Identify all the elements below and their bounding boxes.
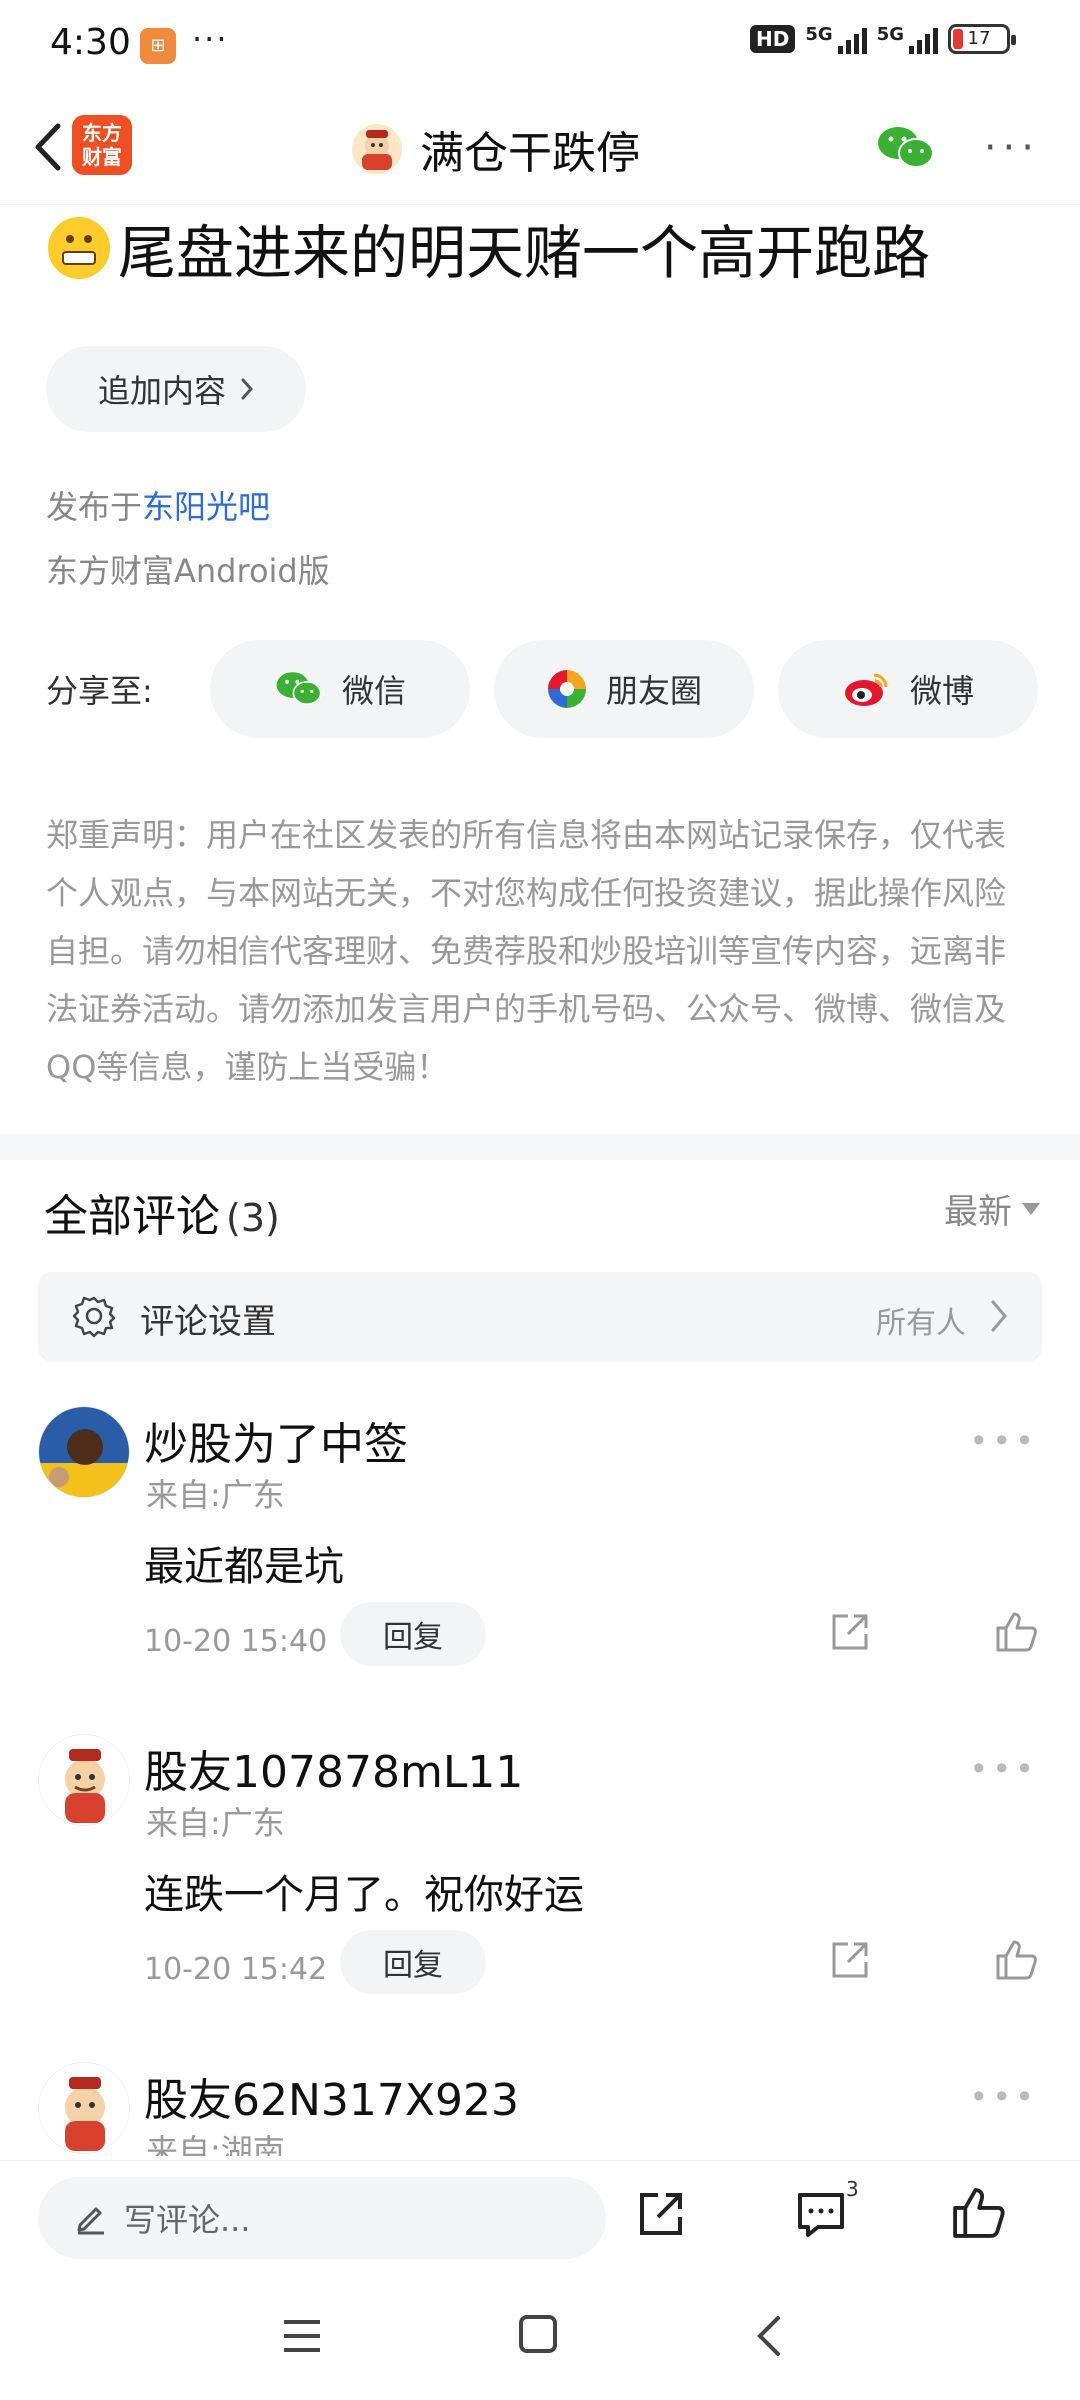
disclaimer-text: 郑重声明：用户在社区发表的所有信息将由本网站记录保存，仅代表个人观点，与本网站无… bbox=[46, 816, 1007, 1086]
comments-button[interactable]: 3 bbox=[794, 2177, 859, 2245]
chevron-right-icon bbox=[991, 1300, 1007, 1332]
battery-icon: 17 bbox=[948, 24, 1016, 54]
comment-settings-row[interactable]: 评论设置 所有人 bbox=[38, 1272, 1042, 1362]
chevron-right-icon bbox=[241, 378, 254, 400]
system-back-icon[interactable] bbox=[754, 2314, 784, 2358]
client-info: 东方财富Android版 bbox=[46, 552, 330, 590]
comments-header: 全部评论 (3) bbox=[44, 1191, 280, 1242]
like-icon[interactable] bbox=[994, 1610, 1038, 1654]
gear-icon bbox=[72, 1296, 116, 1338]
append-content-button[interactable]: 追加内容 bbox=[46, 346, 306, 432]
write-comment-input[interactable]: 写评论... bbox=[38, 2177, 606, 2259]
app-logo[interactable]: 东方 财富 bbox=[72, 115, 132, 175]
comment-more-icon[interactable]: ••• bbox=[969, 1422, 1038, 1460]
more-notifications-icon: ··· bbox=[192, 20, 229, 58]
share-icon[interactable] bbox=[828, 1938, 872, 1982]
comment-location: 来自:广东 bbox=[146, 1804, 285, 1842]
comment-location: 来自:湖南 bbox=[146, 2132, 285, 2156]
more-options-button[interactable]: ··· bbox=[984, 125, 1040, 171]
comment-more-icon[interactable]: ••• bbox=[969, 1750, 1038, 1788]
comments-count: (3) bbox=[226, 1196, 280, 1240]
app-notification-icon: ⊞ bbox=[140, 28, 176, 64]
user-avatar[interactable] bbox=[38, 1406, 130, 1498]
board-name: 满仓干跌停 bbox=[420, 128, 640, 179]
bottom-action-bar: 写评论... 3 bbox=[0, 2160, 1080, 2270]
moments-icon bbox=[547, 670, 586, 708]
comment-settings-label: 评论设置 bbox=[140, 1302, 276, 1342]
section-divider bbox=[0, 1134, 1080, 1160]
board-link[interactable]: 东阳光吧 bbox=[142, 488, 270, 526]
share-icon[interactable] bbox=[634, 2187, 688, 2241]
comment-time: 10-20 15:40 bbox=[144, 1624, 328, 1659]
wechat-icon bbox=[878, 127, 934, 168]
sort-dropdown[interactable]: 最新 bbox=[944, 1184, 1040, 1233]
board-avatar-icon bbox=[352, 124, 402, 174]
signal-icon-2: 5G bbox=[877, 24, 938, 54]
comment-icon bbox=[798, 2193, 844, 2237]
recent-apps-icon[interactable] bbox=[282, 2318, 322, 2354]
share-icon[interactable] bbox=[828, 1610, 872, 1654]
comment-text: 连跌一个月了。祝你好运 bbox=[144, 1872, 584, 1918]
status-bar: 4:30 ⊞ ··· HD 5G 5G 17 bbox=[0, 0, 1080, 90]
comment-author[interactable]: 股友107878mL11 bbox=[144, 1736, 523, 1800]
back-button[interactable] bbox=[18, 117, 78, 177]
status-time: 4:30 bbox=[50, 22, 131, 63]
reply-button[interactable]: 回复 bbox=[340, 1930, 486, 1994]
share-wechat-button[interactable]: 微信 bbox=[210, 640, 470, 738]
system-nav-bar bbox=[0, 2270, 1080, 2400]
share-weibo-button[interactable]: 微博 bbox=[778, 640, 1038, 738]
home-icon[interactable] bbox=[518, 2314, 558, 2354]
comment-text: 最近都是坑 bbox=[144, 1544, 344, 1590]
comment-item: 股友62N317X923 来自:湖南 ••• bbox=[0, 2062, 1080, 2156]
pencil-icon bbox=[77, 2207, 104, 2235]
like-icon[interactable] bbox=[994, 1938, 1038, 1982]
published-info: 发布于东阳光吧 bbox=[46, 488, 271, 526]
weibo-icon bbox=[844, 673, 888, 706]
post-title: 尾盘进来的明天赌一个高开跑路 bbox=[48, 206, 930, 290]
wechat-icon bbox=[276, 672, 322, 705]
dropdown-arrow-icon bbox=[1022, 1202, 1040, 1215]
comment-settings-value: 所有人 bbox=[876, 1306, 966, 1341]
like-icon[interactable] bbox=[950, 2185, 1006, 2241]
user-avatar[interactable] bbox=[38, 2062, 130, 2154]
top-nav-bar: 东方 财富 满仓干跌停 ··· bbox=[0, 95, 1080, 205]
battery-level: 17 bbox=[967, 28, 991, 49]
share-moments-button[interactable]: 朋友圈 bbox=[494, 640, 754, 738]
comment-location: 来自:广东 bbox=[146, 1476, 285, 1514]
board-title[interactable]: 满仓干跌停 bbox=[352, 117, 640, 181]
comment-more-icon[interactable]: ••• bbox=[969, 2078, 1038, 2116]
reply-button[interactable]: 回复 bbox=[340, 1602, 486, 1666]
user-avatar[interactable] bbox=[38, 1734, 130, 1826]
post-title-text: 尾盘进来的明天赌一个高开跑路 bbox=[118, 219, 931, 287]
grimace-emoji-icon bbox=[48, 217, 110, 279]
hd-icon: HD bbox=[750, 25, 796, 53]
back-arrow-icon bbox=[35, 123, 61, 171]
wechat-share-button[interactable] bbox=[876, 123, 936, 173]
comment-author[interactable]: 股友62N317X923 bbox=[144, 2064, 519, 2128]
signal-icon: 5G bbox=[805, 24, 867, 54]
share-label: 分享至: bbox=[46, 672, 153, 710]
comment-time: 10-20 15:42 bbox=[144, 1952, 328, 1987]
status-icons: HD 5G 5G 17 bbox=[750, 24, 1016, 54]
comment-author[interactable]: 炒股为了中签 bbox=[144, 1408, 408, 1472]
comment-count-badge: 3 bbox=[846, 2177, 859, 2201]
